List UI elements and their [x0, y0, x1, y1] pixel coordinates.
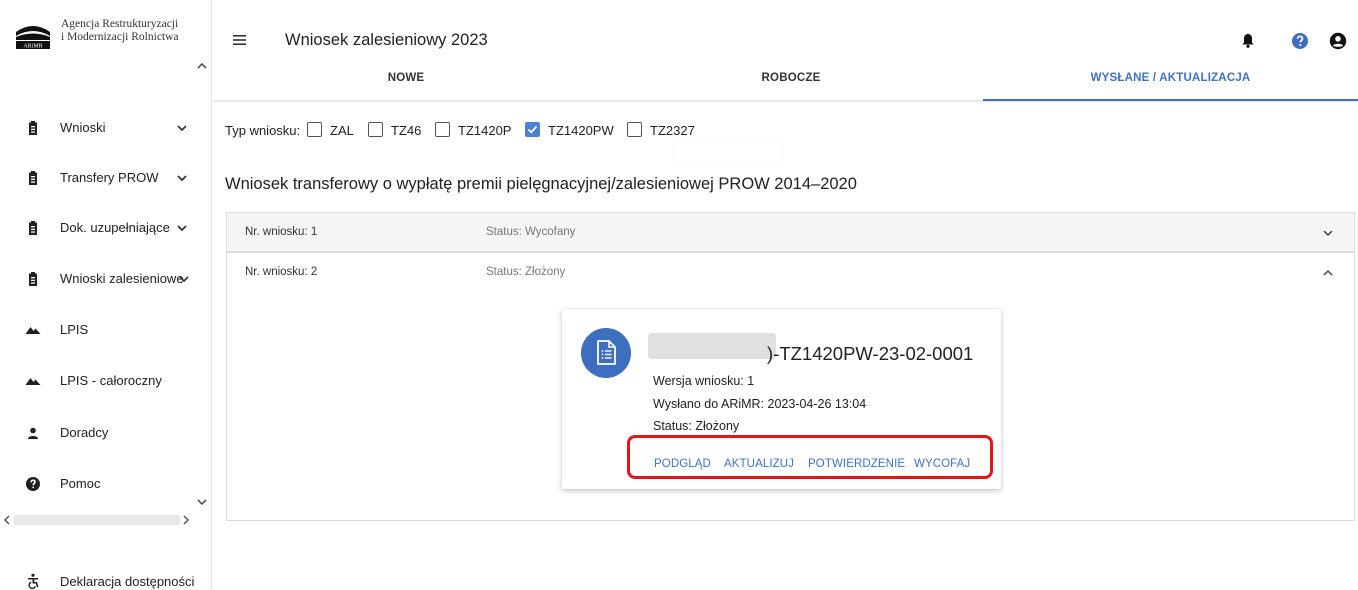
help-icon[interactable]	[1290, 31, 1310, 51]
chevron-up-icon	[1323, 269, 1333, 276]
scroll-up-icon[interactable]	[196, 60, 208, 72]
checkbox-label: ZAL	[330, 123, 354, 138]
sidebar-item-label: Dok. uzupełniające	[60, 220, 170, 235]
arimr-logo: ARiMR Agencja Restrukturyzacji i Moderni…	[14, 18, 204, 58]
sidebar-item-label: Doradcy	[60, 425, 109, 440]
mountain-icon	[25, 378, 41, 385]
tab-wyslane-aktualizacja[interactable]: WYSŁANE / AKTUALIZACJA	[983, 72, 1358, 100]
withdraw-button[interactable]: WYCOFAJ	[914, 458, 970, 470]
application-status: Status: Wycofany	[486, 226, 576, 238]
checkbox-box[interactable]	[307, 122, 322, 137]
hamburger-menu-icon[interactable]	[230, 30, 250, 50]
sidebar-item-label: Wnioski zalesieniowe	[60, 271, 184, 286]
sent-date-text: Wysłano do ARiMR: 2023-04-26 13:04	[653, 397, 867, 411]
redacted-prefix	[648, 333, 776, 359]
checkmark-icon	[527, 125, 538, 134]
card-status-text: Status: Złożony	[653, 419, 740, 433]
app-root: ARiMR Agencja Restrukturyzacji i Moderni…	[0, 0, 1358, 590]
sidebar-item-label: Pomoc	[60, 476, 101, 491]
sidebar-item-label: Wnioski	[60, 120, 106, 135]
section-title: Wniosek transferowy o wypłatę premii pie…	[225, 175, 857, 193]
app-header: Wniosek zalesieniowy 2023 NOWE ROBOCZE W…	[213, 0, 1358, 100]
application-status: Status: Złożony	[486, 266, 566, 278]
sidebar-item-label: LPIS - całoroczny	[60, 373, 162, 388]
confirmation-button[interactable]: POTWIERDZENIE	[808, 458, 905, 470]
chevron-down-icon	[177, 125, 187, 132]
svg-text:ARiMR: ARiMR	[23, 44, 42, 50]
sidebar-item-lpis-caloroczny[interactable]: LPIS - całoroczny	[0, 366, 205, 396]
page-title: Wniosek zalesieniowy 2023	[285, 31, 488, 49]
actions-highlight	[627, 435, 993, 479]
checkbox-label: TZ46	[391, 123, 422, 138]
tab-label: ROBOCZE	[761, 72, 821, 84]
sidebar-item-label: LPIS	[60, 322, 89, 337]
panel-header[interactable]: Nr. wniosku: 1 Status: Wycofany	[227, 213, 1354, 251]
sidebar-item-pomoc[interactable]: Pomoc	[0, 469, 205, 499]
checkbox-box[interactable]	[627, 122, 642, 137]
tab-robocze[interactable]: ROBOCZE	[599, 72, 983, 100]
sidebar-item-wnioski[interactable]: Wnioski	[0, 113, 205, 143]
person-icon	[28, 427, 38, 439]
account-icon[interactable]	[1328, 31, 1348, 51]
application-panel-1: Nr. wniosku: 1 Status: Wycofany	[226, 212, 1355, 252]
scroll-right-icon[interactable]	[181, 515, 191, 525]
update-button[interactable]: AKTUALIZUJ	[724, 458, 794, 470]
preview-button[interactable]: PODGLĄD	[654, 458, 711, 470]
sidebar-item-dok-uzupelniajace[interactable]: Dok. uzupełniające	[0, 213, 205, 243]
sidebar-item-accessibility[interactable]: Deklaracja dostępności	[0, 570, 212, 590]
arimr-logo-icon: ARiMR	[14, 22, 52, 50]
chevron-down-icon	[177, 175, 187, 182]
active-tab-indicator	[983, 99, 1358, 101]
chevron-down-icon	[1323, 230, 1333, 237]
clipboard-icon	[29, 171, 37, 185]
application-number: Nr. wniosku: 1	[245, 226, 318, 238]
sidebar-item-wnioski-zalesieniowe[interactable]: Wnioski zalesieniowe	[0, 264, 205, 294]
application-number: Nr. wniosku: 2	[245, 266, 318, 278]
filter-label: Typ wniosku:	[225, 123, 301, 138]
sidebar-item-lpis[interactable]: LPIS	[0, 315, 205, 345]
sidebar-item-label: Deklaracja dostępności	[60, 574, 195, 589]
checkbox-label: TZ2327	[650, 123, 695, 138]
chevron-down-icon	[177, 225, 187, 232]
clipboard-icon	[29, 221, 37, 235]
chevron-down-icon	[179, 276, 189, 283]
accessibility-icon	[28, 573, 39, 589]
checkbox-box[interactable]	[525, 122, 540, 137]
panel-header[interactable]: Nr. wniosku: 2 Status: Złożony	[227, 253, 1354, 291]
horizontal-scrollbar[interactable]	[0, 512, 200, 528]
checkbox-label: TZ1420P	[458, 123, 512, 138]
mountain-icon	[25, 327, 41, 334]
tab-label: NOWE	[387, 72, 425, 84]
logo-line-2: i Modernizacji Rolnictwa	[61, 31, 179, 43]
version-text: Wersja wniosku: 1	[653, 374, 755, 388]
document-icon	[597, 340, 616, 365]
checkbox-box[interactable]	[368, 122, 383, 137]
document-avatar	[581, 328, 631, 378]
scroll-left-icon[interactable]	[2, 515, 12, 525]
bell-icon[interactable]	[1238, 31, 1258, 51]
checkbox-label: TZ1420PW	[548, 123, 614, 138]
application-signature: )-TZ1420PW-23-02-0001	[767, 343, 974, 364]
clipboard-icon	[29, 121, 37, 135]
sidebar-item-doradcy[interactable]: Doradcy	[0, 418, 205, 448]
logo-line-1: Agencja Restrukturyzacji	[61, 18, 179, 30]
help-icon	[26, 477, 40, 491]
sidebar-item-transfery-prow[interactable]: Transfery PROW	[0, 163, 205, 193]
sidebar-item-label: Transfery PROW	[60, 170, 159, 185]
checkbox-box[interactable]	[435, 122, 450, 137]
tab-label: WYSŁANE / AKTUALIZACJA	[1090, 72, 1251, 84]
tab-nowe[interactable]: NOWE	[213, 72, 599, 100]
redacted-box	[673, 141, 783, 163]
sidebar: ARiMR Agencja Restrukturyzacji i Moderni…	[0, 0, 212, 590]
scrollbar-track	[14, 515, 180, 525]
logo-text: Agencja Restrukturyzacji i Modernizacji …	[61, 18, 179, 44]
clipboard-icon	[29, 272, 37, 286]
scroll-down-icon[interactable]	[196, 496, 208, 508]
